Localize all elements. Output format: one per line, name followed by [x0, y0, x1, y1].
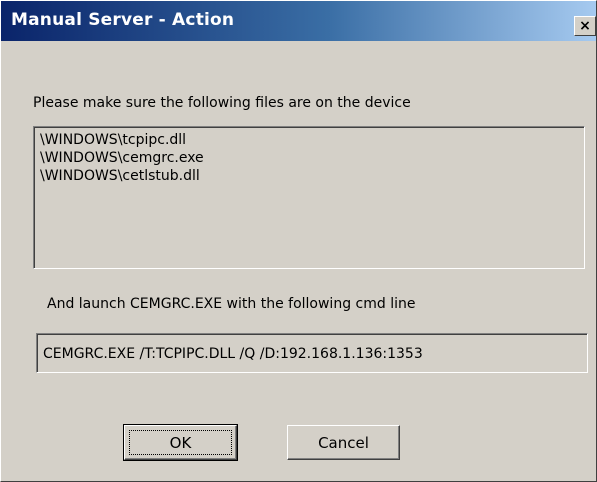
manual-server-action-dialog: Manual Server - Action × Please make sur…	[0, 0, 597, 482]
ok-button[interactable]: OK	[123, 424, 238, 461]
close-button[interactable]: ×	[574, 16, 596, 36]
launch-instruction-label: And launch CEMGRC.EXE with the following…	[47, 296, 416, 312]
files-instruction-label: Please make sure the following files are…	[33, 95, 411, 111]
command-line-text: CEMGRC.EXE /T:TCPIPC.DLL /Q /D:192.168.1…	[43, 346, 423, 362]
ok-button-label: OK	[169, 433, 192, 452]
cancel-button[interactable]: Cancel	[287, 425, 400, 460]
files-list-box[interactable]: \WINDOWS\tcpipc.dll \WINDOWS\cemgrc.exe …	[33, 126, 585, 269]
title-bar[interactable]: Manual Server - Action ×	[1, 1, 596, 41]
cancel-button-label: Cancel	[318, 433, 369, 452]
close-icon: ×	[579, 18, 591, 34]
file-item: \WINDOWS\cemgrc.exe	[40, 150, 204, 166]
file-item: \WINDOWS\cetlstub.dll	[40, 168, 200, 184]
command-line-field[interactable]: CEMGRC.EXE /T:TCPIPC.DLL /Q /D:192.168.1…	[36, 333, 588, 373]
file-item: \WINDOWS\tcpipc.dll	[40, 132, 187, 148]
window-title: Manual Server - Action	[11, 10, 235, 30]
